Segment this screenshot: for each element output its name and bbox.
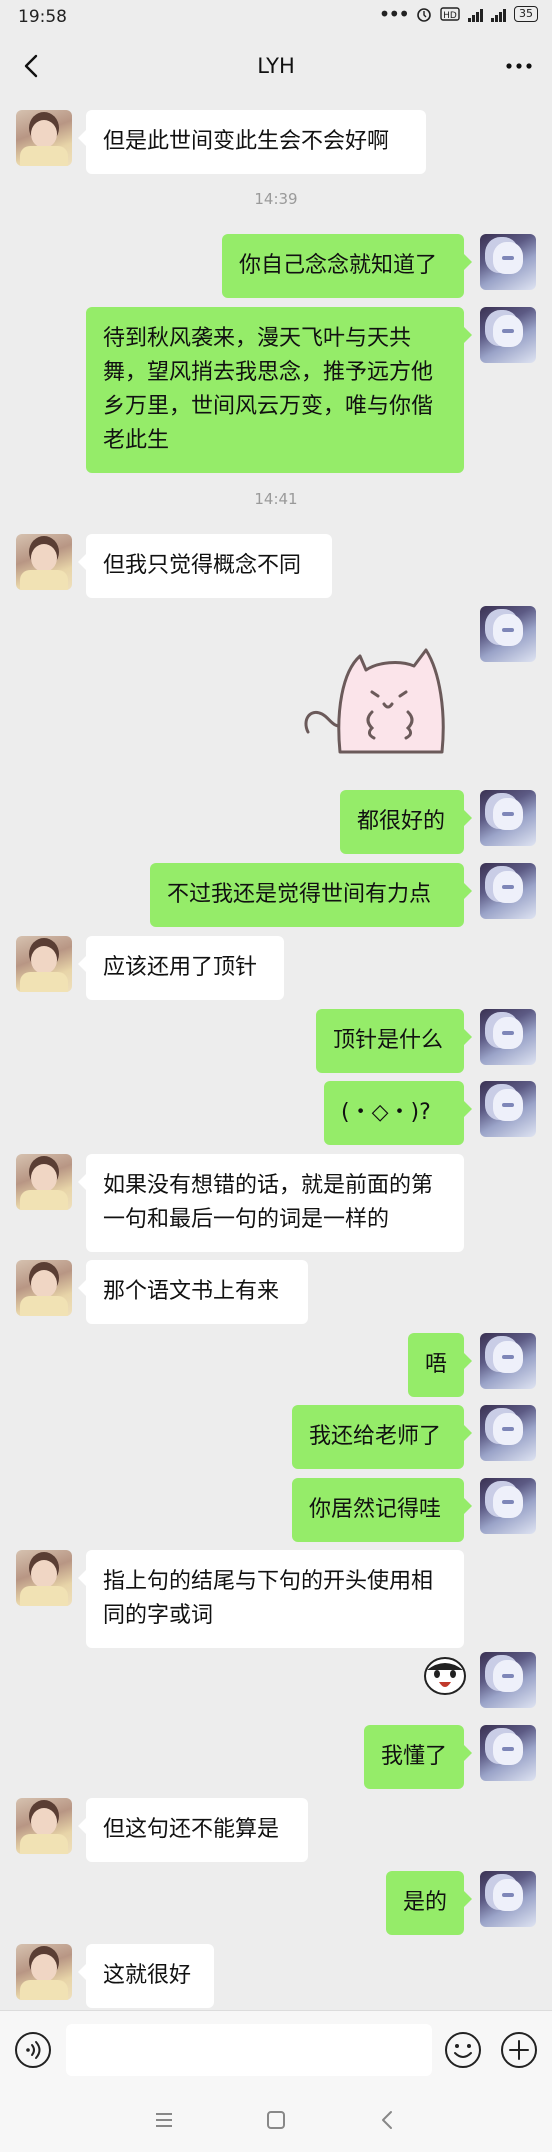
message-bubble-sent[interactable]: 我懂了 [364,1725,472,1789]
message-bubble-received[interactable]: 但我只觉得概念不同 [78,534,332,598]
message-bubble-sent[interactable]: (・◇・)? [324,1081,472,1145]
menu-lines-icon[interactable] [150,2106,178,2134]
self-avatar[interactable] [480,1009,536,1065]
message-bubble-received[interactable]: 那个语文书上有来 [78,1260,308,1324]
contact-avatar[interactable] [16,534,72,590]
self-avatar[interactable] [480,1405,536,1461]
contact-avatar[interactable] [16,1798,72,1854]
more-dots-icon[interactable] [504,52,534,80]
contact-avatar[interactable] [16,1944,72,2000]
message-bubble-sent[interactable]: 都很好的 [340,790,472,854]
cat-sticker-icon[interactable] [300,642,460,762]
contact-avatar[interactable] [16,1550,72,1606]
alarm-icon [417,8,431,22]
battery-level: 35 [514,6,538,22]
hd-icon: HD [440,7,460,21]
message-bubble-sent[interactable]: 唔 [408,1333,472,1397]
message-bubble-received[interactable]: 这就很好 [78,1944,214,2008]
self-avatar[interactable] [480,307,536,363]
message-bubble-sent[interactable]: 你自己念念就知道了 [222,234,472,298]
home-square-icon[interactable] [262,2106,290,2134]
self-avatar[interactable] [480,1333,536,1389]
message-bubble-received[interactable]: 但这句还不能算是 [78,1798,308,1862]
timestamp: 14:41 [254,490,298,508]
system-nav-bar [0,2086,552,2152]
voice-icon[interactable] [14,2031,52,2069]
message-bubble-sent[interactable]: 是的 [386,1871,472,1935]
back-triangle-icon[interactable] [374,2106,402,2134]
message-bubble-sent[interactable]: 我还给老师了 [292,1405,472,1469]
message-bubble-sent[interactable]: 你居然记得哇 [292,1478,472,1542]
message-bubble-received[interactable]: 如果没有想错的话，就是前面的第一句和最后一句的词是一样的 [78,1154,464,1252]
input-bar [0,2010,552,2087]
message-bubble-sent[interactable]: 不过我还是觉得世间有力点 [150,863,472,927]
timestamp: 14:39 [254,190,298,208]
chat-header: LYH [0,36,552,96]
self-avatar[interactable] [480,606,536,662]
contact-avatar[interactable] [16,1154,72,1210]
plus-icon[interactable] [500,2031,538,2069]
svg-text:HD: HD [443,11,457,21]
self-avatar[interactable] [480,1871,536,1927]
status-icons: ••• HD 35 [378,2,538,26]
contact-avatar[interactable] [16,110,72,166]
message-bubble-received[interactable]: 指上句的结尾与下句的开头使用相同的字或词 [78,1550,464,1648]
message-bubble-received[interactable]: 但是此世间变此生会不会好啊 [78,110,426,174]
self-avatar[interactable] [480,863,536,919]
message-bubble-sent[interactable]: 待到秋风袭来，漫天飞叶与天共舞，望风捎去我思念，推予远方他乡万里，世间风云万变，… [86,307,472,473]
crying-face-sticker-icon[interactable] [422,1652,468,1698]
self-avatar[interactable] [480,1081,536,1137]
self-avatar[interactable] [480,1652,536,1708]
message-input[interactable] [66,2024,432,2076]
self-avatar[interactable] [480,1725,536,1781]
status-time: 19:58 [18,7,67,27]
self-avatar[interactable] [480,234,536,290]
notification-dots-icon: ••• [378,2,410,26]
contact-avatar[interactable] [16,936,72,992]
signal-icon-2 [491,7,506,22]
message-bubble-received[interactable]: 应该还用了顶针 [78,936,284,1000]
self-avatar[interactable] [480,790,536,846]
status-bar: 19:58 ••• HD 35 [0,0,552,36]
self-avatar[interactable] [480,1478,536,1534]
contact-avatar[interactable] [16,1260,72,1316]
chat-title: LYH [257,54,295,78]
emoji-icon[interactable] [444,2031,482,2069]
signal-icon [468,7,483,22]
message-bubble-sent[interactable]: 顶针是什么 [316,1009,472,1073]
